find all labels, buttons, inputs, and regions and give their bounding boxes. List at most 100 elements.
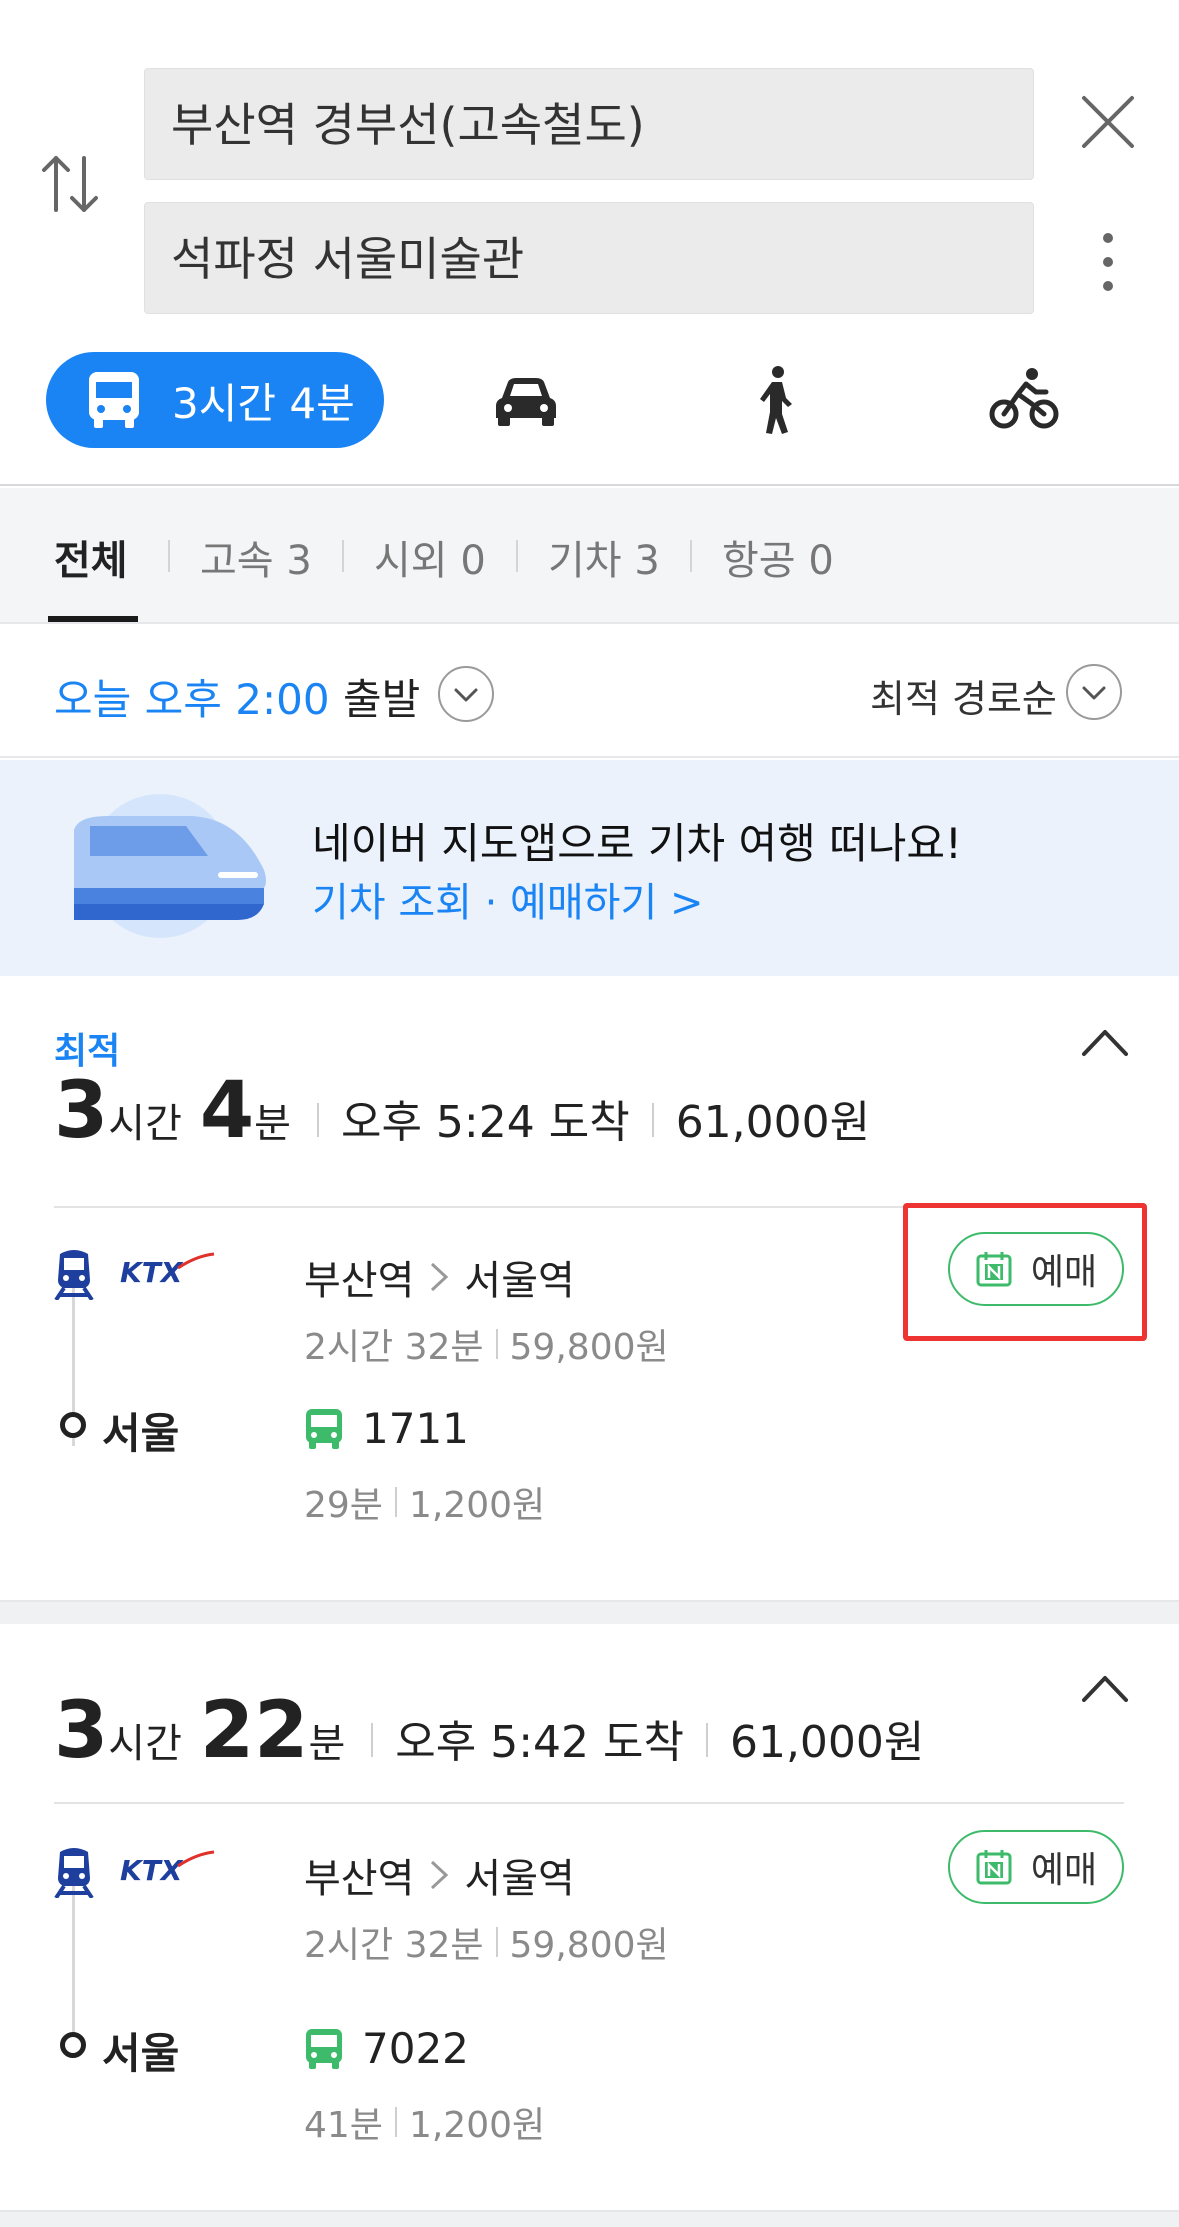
tab-air[interactable]: 항공 0 [722, 528, 834, 586]
ktx-logo: KTX [120, 1252, 215, 1289]
close-icon[interactable] [1078, 92, 1138, 152]
tab-train[interactable]: 기차 3 [548, 528, 660, 586]
train-meta: 2시간 32분 59,800원 [304, 1318, 669, 1370]
meta-divider [495, 1329, 498, 1359]
transfer-stop-name: 서울 [102, 1409, 180, 1458]
hours-unit: 시간 [108, 1101, 182, 1147]
meta-divider [394, 2107, 397, 2137]
train-icon [54, 1848, 94, 1898]
more-options-icon[interactable] [1090, 230, 1126, 294]
total-price: 61,000원 [729, 1717, 925, 1768]
train-meta: 2시간 32분 59,800원 [304, 1916, 669, 1968]
walk-icon[interactable] [740, 364, 812, 436]
summary-divider [705, 1723, 708, 1757]
bus-number: 1711 [362, 1404, 469, 1453]
departure-chevron-down-icon[interactable] [438, 666, 494, 722]
transport-mode-tabs: 3시간 4분 [0, 352, 1179, 452]
sort-chevron-down-icon[interactable] [1066, 664, 1122, 720]
tab-express-bus[interactable]: 고속 3 [200, 528, 312, 586]
annotation-highlight-box [903, 1203, 1147, 1341]
svg-text:KTX: KTX [120, 1256, 184, 1289]
card-separator [0, 2210, 1179, 2227]
departure-bar: 오늘 오후 2:00 출발 최적 경로순 [0, 626, 1179, 758]
bus-meta: 29분 1,200원 [304, 1476, 545, 1528]
tab-divider [690, 540, 692, 572]
bus-meta: 41분 1,200원 [304, 2096, 545, 2148]
minutes-unit: 분 [254, 1101, 291, 1147]
train-duration: 2시간 32분 [304, 1925, 484, 1966]
tab-divider [342, 540, 344, 572]
departure-time: 오늘 오후 2:00 [54, 675, 330, 724]
collapse-chevron-up-icon[interactable] [1080, 1672, 1130, 1704]
train-promo-banner[interactable]: 네이버 지도앱으로 기차 여행 떠나요! 기차 조회 · 예매하기 > [0, 760, 1179, 976]
tab-divider [168, 540, 170, 572]
summary-divider [316, 1103, 319, 1137]
car-icon[interactable] [490, 364, 562, 436]
minutes-unit: 분 [308, 1721, 346, 1767]
arrival-time: 오후 5:24 도착 [340, 1097, 630, 1148]
train-duration: 2시간 32분 [304, 1327, 484, 1368]
duration-minutes: 4 [199, 1066, 255, 1156]
chevron-right-icon [431, 1860, 449, 1890]
arrival-time: 오후 5:42 도착 [395, 1717, 684, 1768]
summary-divider [651, 1103, 654, 1137]
summary-divider [371, 1723, 374, 1757]
meta-divider [394, 1487, 397, 1517]
card-separator [0, 1600, 1179, 1624]
bus-duration: 29분 [304, 1485, 383, 1526]
active-tab-indicator [48, 616, 138, 622]
train-to: 서울역 [464, 1258, 575, 1304]
bus-fare: 1,200원 [408, 1485, 546, 1526]
hours-unit: 시간 [108, 1721, 182, 1767]
bus-segment: 7022 [304, 2024, 469, 2073]
route-card[interactable]: 3 시간 22 분 오후 5:42 도착 61,000원 KTX 부산역 서울역… [0, 1624, 1179, 2224]
book-label: 예매 [1030, 1850, 1098, 1891]
train-from: 부산역 [304, 1856, 415, 1902]
train-fare: 59,800원 [509, 1925, 669, 1966]
divider [54, 1802, 1124, 1804]
promo-link[interactable]: 기차 조회 · 예매하기 > [312, 870, 704, 928]
route-summary: 3 시간 4 분 오후 5:24 도착 61,000원 [54, 1066, 870, 1156]
category-tabs: 전체 고속 3 시외 0 기차 3 항공 0 [0, 488, 1179, 624]
departure-time-selector[interactable]: 오늘 오후 2:00 출발 [54, 666, 420, 727]
book-ticket-button[interactable]: 예매 [948, 1830, 1124, 1904]
bus-icon [306, 1408, 342, 1449]
promo-title: 네이버 지도앱으로 기차 여행 떠나요! [312, 819, 962, 868]
duration-hours: 3 [54, 1686, 109, 1776]
train-segment: 부산역 서울역 [304, 1248, 575, 1306]
train-illustration-icon [74, 794, 266, 938]
train-icon [54, 1250, 94, 1300]
naver-calendar-icon [976, 1850, 1012, 1885]
tab-all[interactable]: 전체 [54, 528, 128, 586]
svg-text:KTX: KTX [120, 1854, 184, 1887]
duration-minutes: 22 [199, 1686, 309, 1776]
search-panel: 부산역 경부선(고속철도) 석파정 서울미술관 3시간 4분 [0, 0, 1179, 486]
bus-fare: 1,200원 [408, 2105, 546, 2146]
total-price: 61,000원 [675, 1097, 871, 1148]
bike-icon[interactable] [988, 364, 1060, 436]
duration-hours: 3 [54, 1066, 109, 1156]
transit-duration-label: 3시간 4분 [172, 378, 355, 428]
train-to: 서울역 [464, 1856, 575, 1902]
route-summary: 3 시간 22 분 오후 5:42 도착 61,000원 [54, 1686, 924, 1776]
route-timeline [72, 1876, 75, 2046]
train-fare: 59,800원 [509, 1327, 669, 1368]
transfer-stop-marker [60, 2032, 86, 2058]
origin-field[interactable]: 부산역 경부선(고속철도) [144, 68, 1034, 180]
departure-word: 출발 [342, 675, 421, 724]
bus-icon [89, 372, 139, 428]
bus-icon [306, 2028, 342, 2069]
train-segment: 부산역 서울역 [304, 1846, 575, 1904]
collapse-chevron-up-icon[interactable] [1080, 1026, 1130, 1058]
swap-icon[interactable] [40, 148, 100, 220]
sort-order-label[interactable]: 최적 경로순 [870, 668, 1057, 723]
bus-segment: 1711 [304, 1404, 469, 1453]
mode-tab-transit[interactable]: 3시간 4분 [46, 352, 384, 448]
destination-field[interactable]: 석파정 서울미술관 [144, 202, 1034, 314]
tab-divider [516, 540, 518, 572]
transfer-stop-name: 서울 [102, 2029, 180, 2078]
train-from: 부산역 [304, 1258, 415, 1304]
transfer-stop-marker [60, 1412, 86, 1438]
tab-intercity-bus[interactable]: 시외 0 [374, 528, 486, 586]
ktx-logo: KTX [120, 1850, 215, 1887]
